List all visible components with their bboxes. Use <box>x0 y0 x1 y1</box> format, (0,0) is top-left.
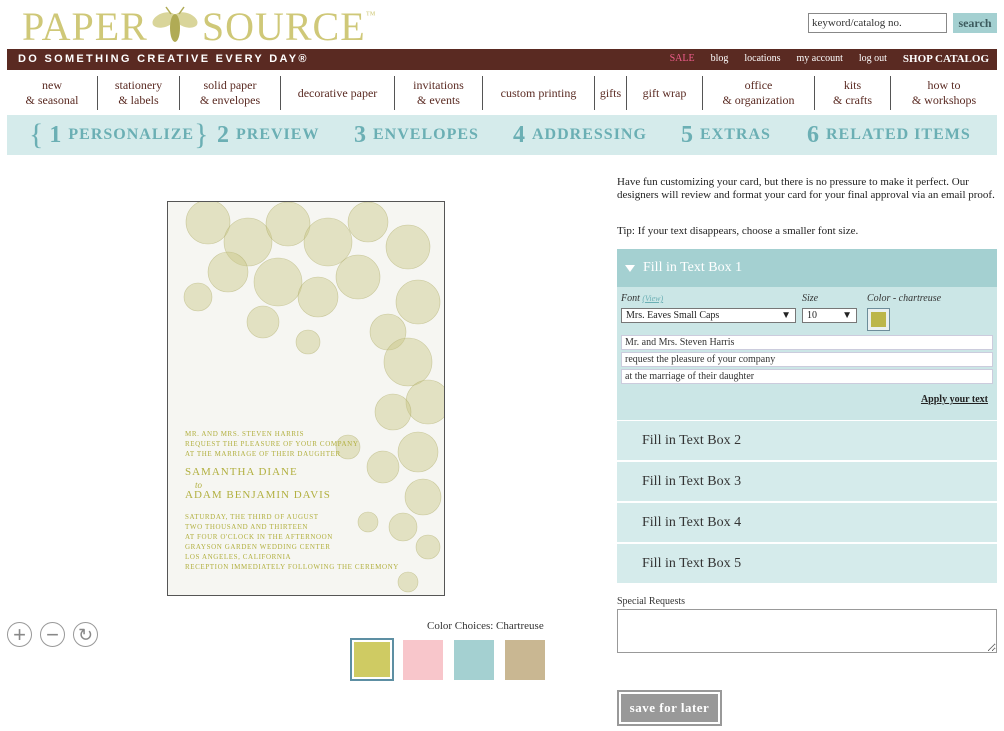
nav-solid-paper[interactable]: solid paper & envelopes <box>180 76 281 110</box>
search-area: search <box>808 13 997 33</box>
dropdown-arrow-icon: ▼ <box>781 310 791 321</box>
search-button[interactable]: search <box>953 13 997 33</box>
swatch-pink[interactable] <box>403 640 443 680</box>
color-picker[interactable] <box>867 308 890 331</box>
nav-kits[interactable]: kits & crafts <box>815 76 891 110</box>
text-line-3[interactable]: at the marriage of their daughter <box>621 369 993 384</box>
card-date-5: Los Angeles, California <box>185 553 292 561</box>
apply-text-link[interactable]: Apply your text <box>921 394 988 405</box>
text-box-4-header[interactable]: Fill in Text Box 4 <box>617 503 997 542</box>
nav-custom-printing[interactable]: custom printing <box>483 76 595 110</box>
top-bar: DO SOMETHING CREATIVE EVERY DAY® SALE bl… <box>7 49 997 70</box>
logo-source: SOURCE <box>201 3 366 49</box>
swatch-aqua[interactable] <box>454 640 494 680</box>
logo-paper: PAPER <box>22 3 148 49</box>
text-line-1[interactable]: Mr. and Mrs. Steven Harris <box>621 335 993 350</box>
intro-text: Have fun customizing your card, but ther… <box>617 176 995 201</box>
card-line-3: at the marriage of their daughter <box>185 450 341 458</box>
card-date-1: Saturday, the third of August <box>185 513 319 521</box>
zoom-controls: + − ↻ <box>7 622 98 647</box>
step-extras[interactable]: 5 EXTRAS <box>681 115 771 155</box>
zoom-in-icon[interactable]: + <box>7 622 32 647</box>
text-box-5-header[interactable]: Fill in Text Box 5 <box>617 544 997 583</box>
text-box-1-panel: Fill in Text Box 1 Font (View) Size Colo… <box>617 249 997 420</box>
step-related-items[interactable]: 6 RELATED ITEMS <box>807 115 971 155</box>
trademark: ™ <box>365 10 377 21</box>
my-account-link[interactable]: my account <box>796 53 842 65</box>
bee-icon <box>152 6 198 42</box>
nav-office[interactable]: office & organization <box>703 76 815 110</box>
card-preview: Mr. and Mrs. Steven Harris request the p… <box>167 201 445 596</box>
rotate-icon[interactable]: ↻ <box>73 622 98 647</box>
font-view-link[interactable]: (View) <box>642 294 663 303</box>
card-date-4: Grayson Garden Wedding Center <box>185 543 331 551</box>
swatch-fill <box>354 642 390 677</box>
color-choices-label: Color Choices: Chartreuse <box>427 620 544 632</box>
card-date-2: two thousand and thirteen <box>185 523 309 531</box>
text-box-2-header[interactable]: Fill in Text Box 2 <box>617 421 997 460</box>
swatch-tan[interactable] <box>505 640 545 680</box>
nav-invitations[interactable]: invitations & events <box>395 76 483 110</box>
card-date-6: reception immediately following the cere… <box>185 563 399 571</box>
text-box-3-header[interactable]: Fill in Text Box 3 <box>617 462 997 501</box>
step-preview[interactable]: 2 PREVIEW <box>217 115 319 155</box>
logo[interactable]: PAPER SOURCE ™ <box>22 3 377 49</box>
nav-decorative-paper[interactable]: decorative paper <box>281 76 395 110</box>
nav-gift-wrap[interactable]: gift wrap <box>627 76 703 110</box>
special-requests-input[interactable] <box>617 609 997 653</box>
text-line-2[interactable]: request the pleasure of your company <box>621 352 993 367</box>
card-line-2: request the pleasure of your company <box>185 440 359 448</box>
card-date-3: at four o'clock in the afternoon <box>185 533 333 541</box>
card-bride: Samantha Diane <box>185 466 298 478</box>
nav-stationery[interactable]: stationery & labels <box>98 76 180 110</box>
nav-gifts[interactable]: gifts <box>595 76 627 110</box>
save-for-later-button[interactable]: save for later <box>617 690 722 726</box>
tip-text: Tip: If your text disappears, choose a s… <box>617 225 859 237</box>
font-select[interactable]: Mrs. Eaves Small Caps ▼ <box>621 308 796 323</box>
dropdown-arrow-icon: ▼ <box>842 310 852 321</box>
color-chip <box>871 312 886 327</box>
search-input[interactable] <box>808 13 947 33</box>
main-nav: new & seasonal stationery & labels solid p… <box>7 74 997 112</box>
locations-link[interactable]: locations <box>744 53 780 65</box>
size-select[interactable]: 10 ▼ <box>802 308 857 323</box>
sale-link[interactable]: SALE <box>670 53 695 65</box>
size-label: Size <box>802 293 819 304</box>
nav-new-seasonal[interactable]: new & seasonal <box>7 76 98 110</box>
step-bar: { 1 PERSONALIZE} 2 PREVIEW 3 ENVELOPES 4 ADD… <box>7 115 997 155</box>
top-links: SALE blog locations my account log out S… <box>654 53 989 65</box>
special-requests-label: Special Requests <box>617 596 686 607</box>
tagline: DO SOMETHING CREATIVE EVERY DAY® <box>18 53 309 65</box>
step-envelopes[interactable]: 3 ENVELOPES <box>354 115 479 155</box>
nav-how-to[interactable]: how to & workshops <box>891 76 997 110</box>
color-label: Color - chartreuse <box>867 293 942 304</box>
swatch-chartreuse[interactable] <box>350 638 394 681</box>
card-line-1: Mr. and Mrs. Steven Harris <box>185 430 305 438</box>
card-groom: Adam Benjamin Davis <box>185 489 331 501</box>
blog-link[interactable]: blog <box>711 53 729 65</box>
step-personalize[interactable]: { 1 PERSONALIZE} <box>29 115 210 155</box>
step-addressing[interactable]: 4 ADDRESSING <box>513 115 647 155</box>
log-out-link[interactable]: log out <box>859 53 887 65</box>
font-label: Font (View) <box>621 293 664 304</box>
triangle-down-icon <box>625 264 635 272</box>
text-box-1-header[interactable]: Fill in Text Box 1 <box>617 249 997 287</box>
zoom-out-icon[interactable]: − <box>40 622 65 647</box>
shop-catalog-link[interactable]: SHOP CATALOG <box>903 53 989 65</box>
